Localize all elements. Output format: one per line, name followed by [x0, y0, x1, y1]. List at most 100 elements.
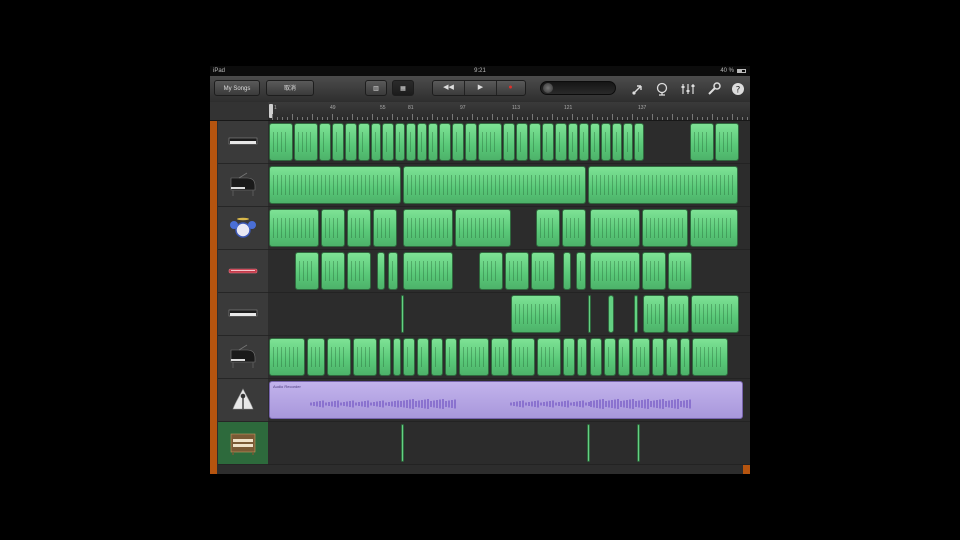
midi-region[interactable]	[347, 252, 371, 290]
midi-region[interactable]	[377, 252, 385, 290]
midi-region[interactable]	[576, 252, 586, 290]
midi-region[interactable]	[632, 338, 650, 376]
midi-region[interactable]	[307, 338, 325, 376]
my-songs-button[interactable]: My Songs	[214, 80, 260, 96]
midi-note-region[interactable]	[401, 295, 404, 333]
midi-region[interactable]	[353, 338, 377, 376]
midi-region[interactable]	[269, 166, 401, 204]
tracks-view-button[interactable]: ▥	[365, 80, 387, 96]
midi-region[interactable]	[294, 123, 318, 161]
midi-note-region[interactable]	[588, 295, 591, 333]
midi-region[interactable]	[371, 123, 381, 161]
midi-region[interactable]	[395, 123, 405, 161]
instrument-view-button[interactable]: ▦	[392, 80, 414, 96]
midi-region[interactable]	[403, 252, 453, 290]
midi-region[interactable]	[601, 123, 611, 161]
loop-icon[interactable]	[630, 81, 646, 97]
midi-region[interactable]	[491, 338, 509, 376]
midi-region[interactable]	[382, 123, 394, 161]
metronome-icon[interactable]	[654, 81, 670, 97]
midi-region[interactable]	[403, 209, 453, 247]
midi-region[interactable]	[652, 338, 664, 376]
midi-region[interactable]	[618, 338, 630, 376]
midi-region[interactable]	[642, 209, 688, 247]
track-header-keyboard[interactable]	[218, 121, 268, 164]
play-button[interactable]: ▶	[464, 81, 497, 95]
volume-slider[interactable]	[540, 81, 616, 95]
midi-region[interactable]	[555, 123, 567, 161]
track-header-audio-recorder[interactable]	[218, 379, 268, 422]
record-button[interactable]: ●	[495, 81, 526, 95]
midi-region[interactable]	[403, 166, 586, 204]
midi-region[interactable]	[319, 123, 331, 161]
midi-region[interactable]	[590, 123, 600, 161]
midi-region[interactable]	[690, 123, 714, 161]
midi-region[interactable]	[321, 209, 345, 247]
track-header-grand-piano-2[interactable]	[218, 336, 268, 379]
track-lane-audio-recorder[interactable]: Audio Recorder	[268, 379, 750, 422]
midi-region[interactable]	[516, 123, 528, 161]
midi-region[interactable]	[562, 209, 586, 247]
midi-region[interactable]	[465, 123, 477, 161]
midi-region[interactable]	[579, 123, 589, 161]
midi-region[interactable]	[428, 123, 438, 161]
midi-region[interactable]	[431, 338, 443, 376]
midi-region[interactable]	[588, 166, 738, 204]
midi-region[interactable]	[452, 123, 464, 161]
track-lane-keyboard-2[interactable]	[268, 293, 750, 336]
track-header-organ[interactable]	[218, 422, 268, 465]
track-lane-organ[interactable]	[268, 422, 750, 465]
midi-region[interactable]	[537, 338, 561, 376]
midi-region[interactable]	[531, 252, 555, 290]
midi-region[interactable]	[623, 123, 633, 161]
midi-region[interactable]	[388, 252, 398, 290]
midi-region[interactable]	[668, 252, 692, 290]
midi-region[interactable]	[358, 123, 370, 161]
midi-region[interactable]	[563, 338, 575, 376]
midi-region[interactable]	[406, 123, 416, 161]
midi-region[interactable]	[642, 252, 666, 290]
midi-region[interactable]	[321, 252, 345, 290]
midi-region[interactable]	[417, 338, 429, 376]
midi-region[interactable]	[666, 338, 678, 376]
midi-region[interactable]	[479, 252, 503, 290]
midi-region[interactable]	[379, 338, 391, 376]
midi-region[interactable]	[634, 123, 644, 161]
midi-region[interactable]	[347, 209, 371, 247]
track-lane-keyboard[interactable]	[268, 121, 750, 164]
midi-region[interactable]	[590, 209, 640, 247]
midi-note-region[interactable]	[634, 295, 638, 333]
track-header-grand-piano[interactable]	[218, 164, 268, 207]
midi-region[interactable]	[505, 252, 529, 290]
midi-note-region[interactable]	[637, 424, 640, 462]
mixer-icon[interactable]	[680, 81, 696, 97]
midi-region[interactable]	[345, 123, 357, 161]
help-icon[interactable]: ?	[730, 81, 746, 97]
midi-region[interactable]	[643, 295, 665, 333]
track-header-drums[interactable]	[218, 207, 268, 250]
undo-button[interactable]: 取消	[266, 80, 314, 96]
midi-region[interactable]	[295, 252, 319, 290]
midi-region[interactable]	[327, 338, 351, 376]
midi-region[interactable]	[612, 123, 622, 161]
track-header-synth[interactable]	[218, 250, 268, 293]
wrench-icon[interactable]	[706, 81, 722, 97]
midi-region[interactable]	[667, 295, 689, 333]
midi-region[interactable]	[503, 123, 515, 161]
midi-region[interactable]	[590, 338, 602, 376]
midi-region[interactable]	[373, 209, 397, 247]
midi-region[interactable]	[568, 123, 578, 161]
midi-region[interactable]	[459, 338, 489, 376]
track-header-keyboard-2[interactable]	[218, 293, 268, 336]
midi-region[interactable]	[269, 209, 319, 247]
midi-region[interactable]	[445, 338, 457, 376]
midi-region[interactable]	[393, 338, 401, 376]
midi-region[interactable]	[577, 338, 587, 376]
midi-region[interactable]	[511, 295, 561, 333]
midi-region[interactable]	[529, 123, 541, 161]
track-lane-synth[interactable]	[268, 250, 750, 293]
midi-region[interactable]	[455, 209, 511, 247]
midi-note-region[interactable]	[587, 424, 590, 462]
track-lane-grand-piano-2[interactable]	[268, 336, 750, 379]
rewind-button[interactable]: ◀◀	[433, 81, 464, 95]
